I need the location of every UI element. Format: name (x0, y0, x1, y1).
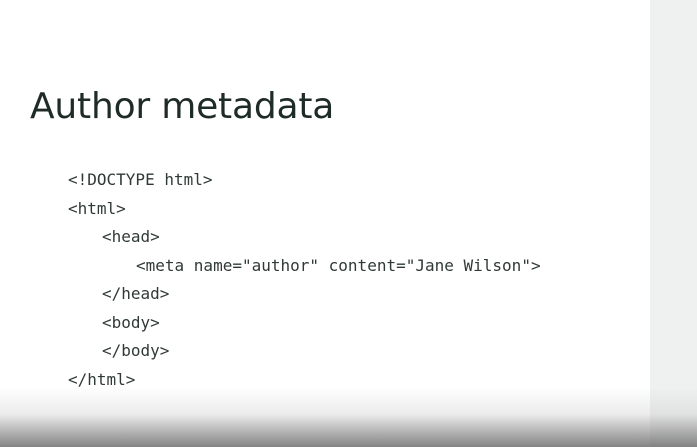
code-line-head-close: </head> (102, 284, 170, 303)
code-line-meta-author: <meta name="author" content="Jane Wilson… (136, 255, 541, 275)
code-line-html-open: <html> (68, 198, 126, 218)
slide-title: Author metadata (30, 86, 335, 127)
code-line-body-open: <body> (102, 312, 160, 332)
code-line-body-close: </body> (102, 341, 170, 360)
code-line-html-close: </html> (68, 369, 136, 389)
code-block: <!DOCTYPE html> <html> <head> <meta name… (68, 166, 541, 394)
video-frame: Author metadata <!DOCTYPE html> <html> <… (0, 0, 697, 447)
slide: Author metadata <!DOCTYPE html> <html> <… (0, 0, 650, 447)
code-line-doctype: <!DOCTYPE html> (68, 170, 213, 189)
side-panel-edge (650, 0, 697, 447)
code-line-head-open: <head> (102, 227, 160, 246)
